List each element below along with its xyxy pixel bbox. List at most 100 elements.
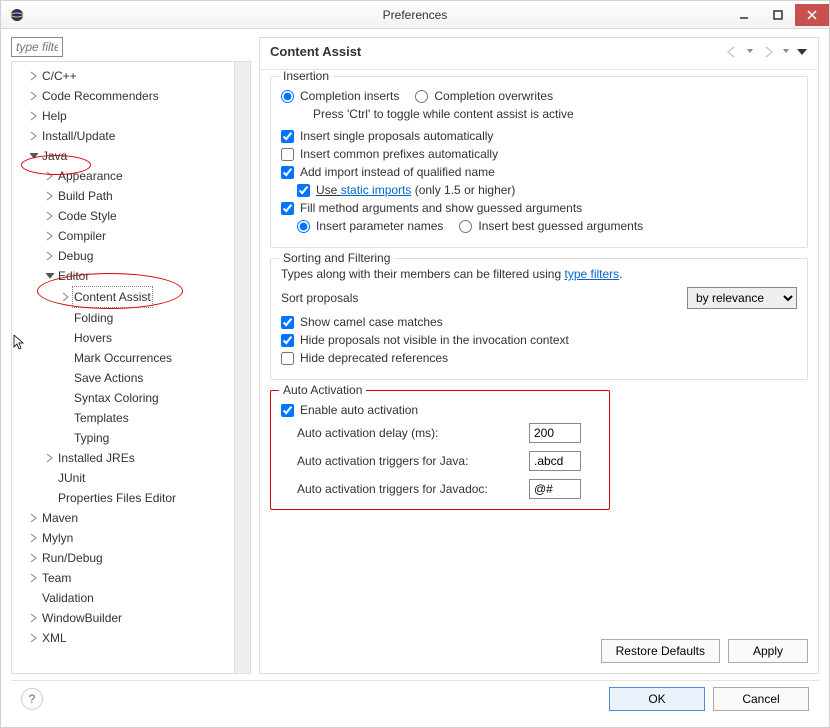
ctrl-toggle-hint: Press 'Ctrl' to toggle while content ass… [313,107,797,121]
checkbox-insert-common[interactable] [281,148,294,161]
checkbox-fill-method[interactable] [281,202,294,215]
right-pane: Content Assist Insertion Comp [259,37,819,674]
tree-item-editor[interactable]: Editor [14,266,232,286]
checkbox-camel[interactable] [281,316,294,329]
checkbox-insert-single[interactable] [281,130,294,143]
tree-scrollbar[interactable] [234,62,250,673]
tree-item-typing[interactable]: Typing [14,428,232,448]
group-auto-activation-title: Auto Activation [279,383,366,397]
maximize-button[interactable] [761,4,795,26]
chevron-right-icon [44,452,56,464]
tree-item-codestyle[interactable]: Code Style [14,206,232,226]
label-auto-delay: Auto activation delay (ms): [297,426,517,440]
radio-completion-overwrites[interactable] [415,90,428,103]
group-auto-activation: Auto Activation Enable auto activation A… [270,390,610,510]
chevron-right-icon [28,572,40,584]
tree-item-junit[interactable]: JUnit [14,468,232,488]
minimize-button[interactable] [727,4,761,26]
tree-item-debug[interactable]: Debug [14,246,232,266]
preference-tree[interactable]: C/C++ Code Recommenders Help Install/Upd… [12,62,234,673]
tree-item-mylyn[interactable]: Mylyn [14,528,232,548]
checkbox-enable-auto[interactable] [281,404,294,417]
tree-item-windowbuilder[interactable]: WindowBuilder [14,608,232,628]
tree-item-xml[interactable]: XML [14,628,232,648]
ok--buttoninspected-label[interactable]: OK [609,687,705,711]
group-insertion: Insertion Completion inserts Completion … [270,76,808,248]
tree-item-saveactions[interactable]: Save Actions [14,368,232,388]
apply-button[interactable]: Apply [728,639,808,663]
window-title: Preferences [383,8,448,22]
input-auto-triggers-java[interactable] [529,451,581,471]
chevron-right-icon [28,130,40,142]
chevron-down-icon [44,270,56,282]
restore-defaults-button[interactable]: Restore Defaults [601,639,720,663]
tree-item-coderec[interactable]: Code Recommenders [14,86,232,106]
group-insertion-title: Insertion [279,70,333,83]
tree-item-markocc[interactable]: Mark Occurrences [14,348,232,368]
chevron-right-icon [28,512,40,524]
chevron-right-icon [28,110,40,122]
radio-completion-overwrites-label: Completion overwrites [434,89,553,103]
close-button[interactable] [795,4,829,26]
input-auto-triggers-javadoc[interactable] [529,479,581,499]
chevron-right-icon [28,532,40,544]
chevron-down-icon [28,150,40,162]
label-insert-param: Insert parameter names [316,219,443,233]
checkbox-add-import[interactable] [281,166,294,179]
label-hide-deprecated: Hide deprecated references [300,351,448,365]
input-auto-delay[interactable] [529,423,581,443]
tree-item-appearance[interactable]: Appearance [14,166,232,186]
nav-back-icon[interactable] [724,45,740,59]
tree-item-folding[interactable]: Folding [14,308,232,328]
label-add-import: Add import instead of qualified name [300,165,495,179]
tree-item-help[interactable]: Help [14,106,232,126]
tree-item-templates[interactable]: Templates [14,408,232,428]
chevron-right-icon [28,552,40,564]
checkbox-hide-deprecated[interactable] [281,352,294,365]
tree-item-install[interactable]: Install/Update [14,126,232,146]
tree-item-syntax[interactable]: Syntax Coloring [14,388,232,408]
link-type-filters[interactable]: type filters [564,267,619,281]
label-enable-auto: Enable auto activation [300,403,418,417]
tree-item-propfiles[interactable]: Properties Files Editor [14,488,232,508]
tree-item-team[interactable]: Team [14,568,232,588]
label-insert-best: Insert best guessed arguments [478,219,643,233]
tree-item-compiler[interactable]: Compiler [14,226,232,246]
radio-insert-param[interactable] [297,220,310,233]
label-fill-method: Fill method arguments and show guessed a… [300,201,582,215]
label-auto-triggers-java: Auto activation triggers for Java: [297,454,517,468]
label-insert-common: Insert common prefixes automatically [300,147,498,161]
tree-item-rundebug[interactable]: Run/Debug [14,548,232,568]
filter-input[interactable] [11,37,63,57]
chevron-down-icon[interactable] [782,45,790,59]
radio-completion-inserts[interactable] [281,90,294,103]
select-sort-proposals[interactable]: by relevance [687,287,797,309]
chevron-right-icon [28,70,40,82]
tree-item-maven[interactable]: Maven [14,508,232,528]
chevron-right-icon [60,291,72,303]
group-sorting: Sorting and Filtering Types along with t… [270,258,808,380]
types-filter-hint: Types along with their members can be fi… [281,267,797,281]
chevron-right-icon [44,230,56,242]
tree-item-hovers[interactable]: Hovers [14,328,232,348]
checkbox-use-static[interactable] [297,184,310,197]
tree-item-cpp[interactable]: C/C++ [14,66,232,86]
link-static-imports[interactable]: static imports [341,183,412,197]
radio-insert-best[interactable] [459,220,472,233]
menu-dropdown-icon[interactable] [796,45,808,59]
page-title: Content Assist [270,44,361,59]
tree-item-contentassist[interactable]: Content Assist [14,286,232,308]
tree-item-java[interactable]: Java [14,146,232,166]
chevron-right-icon [28,90,40,102]
nav-forward-icon[interactable] [760,45,776,59]
left-pane: C/C++ Code Recommenders Help Install/Upd… [11,37,251,674]
label-camel: Show camel case matches [300,315,443,329]
tree-item-jres[interactable]: Installed JREs [14,448,232,468]
chevron-down-icon[interactable] [746,45,754,59]
help-icon[interactable]: ? [21,688,43,710]
tree-item-buildpath[interactable]: Build Path [14,186,232,206]
checkbox-hide-not-visible[interactable] [281,334,294,347]
tree-item-validation[interactable]: Validation [14,588,232,608]
label-hide-not-visible: Hide proposals not visible in the invoca… [300,333,569,347]
cancel-button[interactable]: Cancel [713,687,809,711]
